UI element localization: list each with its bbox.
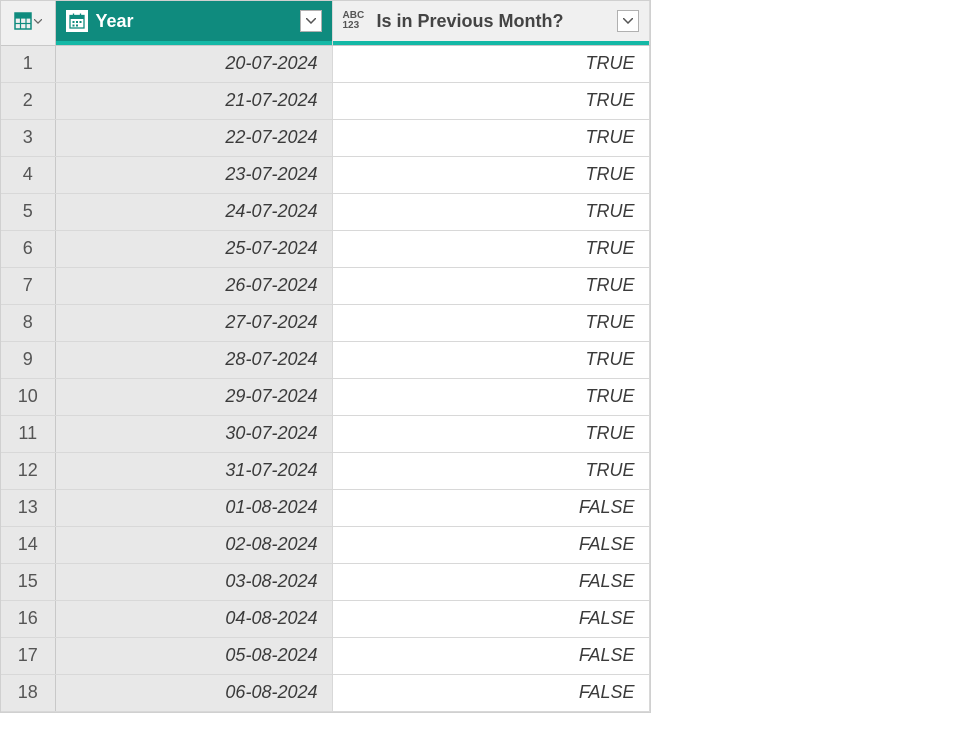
cell-prev-month[interactable]: FALSE <box>332 489 649 526</box>
table-row[interactable]: 625-07-2024TRUE <box>1 230 649 267</box>
table-row[interactable]: 1130-07-2024TRUE <box>1 415 649 452</box>
cell-prev-month[interactable]: FALSE <box>332 563 649 600</box>
table-row[interactable]: 827-07-2024TRUE <box>1 304 649 341</box>
table-row[interactable]: 1301-08-2024FALSE <box>1 489 649 526</box>
column-filter-button[interactable] <box>617 10 639 32</box>
cell-year[interactable]: 28-07-2024 <box>55 341 332 378</box>
cell-prev-month[interactable]: TRUE <box>332 45 649 82</box>
table-row[interactable]: 423-07-2024TRUE <box>1 156 649 193</box>
any-type-icon: ABC 123 <box>343 11 369 31</box>
row-number[interactable]: 14 <box>1 526 55 563</box>
row-number[interactable]: 16 <box>1 600 55 637</box>
cell-prev-month[interactable]: TRUE <box>332 378 649 415</box>
table-row[interactable]: 322-07-2024TRUE <box>1 119 649 156</box>
cell-year[interactable]: 23-07-2024 <box>55 156 332 193</box>
cell-year[interactable]: 20-07-2024 <box>55 45 332 82</box>
cell-prev-month[interactable]: TRUE <box>332 82 649 119</box>
cell-prev-month[interactable]: FALSE <box>332 637 649 674</box>
row-number[interactable]: 4 <box>1 156 55 193</box>
table-row[interactable]: 726-07-2024TRUE <box>1 267 649 304</box>
row-number[interactable]: 15 <box>1 563 55 600</box>
cell-prev-month[interactable]: TRUE <box>332 267 649 304</box>
cell-prev-month[interactable]: FALSE <box>332 600 649 637</box>
row-number[interactable]: 2 <box>1 82 55 119</box>
cell-prev-month[interactable]: TRUE <box>332 304 649 341</box>
cell-prev-month[interactable]: FALSE <box>332 526 649 563</box>
table-row[interactable]: 1503-08-2024FALSE <box>1 563 649 600</box>
table-row[interactable]: 1029-07-2024TRUE <box>1 378 649 415</box>
cell-prev-month[interactable]: TRUE <box>332 193 649 230</box>
row-number[interactable]: 3 <box>1 119 55 156</box>
column-label: Is in Previous Month? <box>377 11 609 32</box>
cell-year[interactable]: 22-07-2024 <box>55 119 332 156</box>
cell-year[interactable]: 21-07-2024 <box>55 82 332 119</box>
row-number[interactable]: 11 <box>1 415 55 452</box>
cell-year[interactable]: 27-07-2024 <box>55 304 332 341</box>
cell-prev-month[interactable]: TRUE <box>332 230 649 267</box>
row-number[interactable]: 5 <box>1 193 55 230</box>
column-header-year[interactable]: Year <box>55 1 332 41</box>
row-number[interactable]: 18 <box>1 674 55 711</box>
cell-year[interactable]: 05-08-2024 <box>55 637 332 674</box>
cell-prev-month[interactable]: TRUE <box>332 415 649 452</box>
cell-prev-month[interactable]: TRUE <box>332 341 649 378</box>
header-row: Year ABC 123 Is in Previous Month? <box>1 1 649 41</box>
row-number[interactable]: 12 <box>1 452 55 489</box>
cell-prev-month[interactable]: FALSE <box>332 674 649 711</box>
cell-year[interactable]: 29-07-2024 <box>55 378 332 415</box>
data-table: Year ABC 123 Is in Previous Month? <box>0 0 651 713</box>
select-all-corner[interactable] <box>1 1 55 41</box>
row-number[interactable]: 17 <box>1 637 55 674</box>
row-number[interactable]: 7 <box>1 267 55 304</box>
cell-year[interactable]: 03-08-2024 <box>55 563 332 600</box>
table-row[interactable]: 1604-08-2024FALSE <box>1 600 649 637</box>
table-row[interactable]: 524-07-2024TRUE <box>1 193 649 230</box>
row-number[interactable]: 13 <box>1 489 55 526</box>
table-row[interactable]: 1705-08-2024FALSE <box>1 637 649 674</box>
row-number[interactable]: 6 <box>1 230 55 267</box>
table-row[interactable]: 1402-08-2024FALSE <box>1 526 649 563</box>
cell-year[interactable]: 04-08-2024 <box>55 600 332 637</box>
cell-year[interactable]: 25-07-2024 <box>55 230 332 267</box>
row-number[interactable]: 1 <box>1 45 55 82</box>
cell-year[interactable]: 31-07-2024 <box>55 452 332 489</box>
cell-prev-month[interactable]: TRUE <box>332 156 649 193</box>
date-type-icon <box>66 10 88 32</box>
cell-year[interactable]: 26-07-2024 <box>55 267 332 304</box>
table-row[interactable]: 120-07-2024TRUE <box>1 45 649 82</box>
chevron-down-icon <box>306 18 316 24</box>
chevron-down-icon <box>34 19 42 24</box>
chevron-down-icon <box>623 18 633 24</box>
table-icon <box>14 12 32 30</box>
row-number[interactable]: 8 <box>1 304 55 341</box>
table-row[interactable]: 1806-08-2024FALSE <box>1 674 649 711</box>
cell-year[interactable]: 02-08-2024 <box>55 526 332 563</box>
cell-year[interactable]: 06-08-2024 <box>55 674 332 711</box>
cell-year[interactable]: 30-07-2024 <box>55 415 332 452</box>
table-row[interactable]: 928-07-2024TRUE <box>1 341 649 378</box>
table-row[interactable]: 221-07-2024TRUE <box>1 82 649 119</box>
cell-year[interactable]: 01-08-2024 <box>55 489 332 526</box>
column-label: Year <box>96 11 292 32</box>
row-number[interactable]: 10 <box>1 378 55 415</box>
column-filter-button[interactable] <box>300 10 322 32</box>
cell-prev-month[interactable]: TRUE <box>332 119 649 156</box>
cell-year[interactable]: 24-07-2024 <box>55 193 332 230</box>
cell-prev-month[interactable]: TRUE <box>332 452 649 489</box>
row-number[interactable]: 9 <box>1 341 55 378</box>
table-row[interactable]: 1231-07-2024TRUE <box>1 452 649 489</box>
column-header-prev-month[interactable]: ABC 123 Is in Previous Month? <box>332 1 649 41</box>
